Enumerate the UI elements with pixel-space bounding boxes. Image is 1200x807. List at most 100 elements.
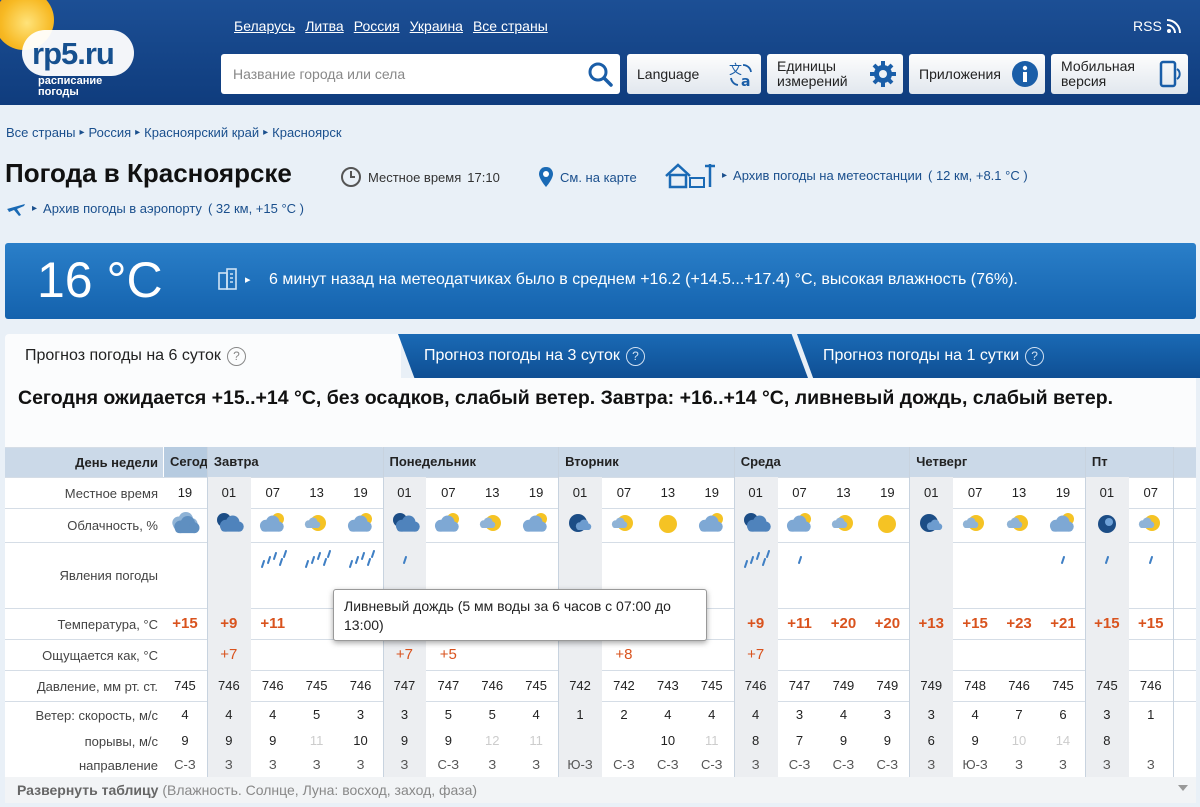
night-clear-cloud-icon[interactable] bbox=[914, 511, 948, 537]
tab-forecast-3-days[interactable]: Прогноз погоды на 3 суток ? bbox=[398, 334, 808, 378]
partly-cloudy-icon[interactable] bbox=[519, 511, 553, 537]
breadcrumb-region[interactable]: Красноярский край bbox=[144, 125, 259, 140]
apps-label: Приложения bbox=[919, 65, 1001, 82]
rain-heavy-icon[interactable] bbox=[344, 545, 378, 575]
temperature-cell: +23 bbox=[1006, 615, 1032, 632]
nav-link-russia[interactable]: Россия bbox=[354, 18, 400, 34]
rain-heavy-icon[interactable] bbox=[256, 545, 290, 575]
expand-table-link[interactable]: Развернуть таблицу bbox=[17, 782, 158, 798]
phenomena-tooltip: Ливневый дождь (5 мм воды за 6 часов с 0… bbox=[333, 589, 707, 641]
city-search-input[interactable] bbox=[221, 54, 620, 94]
night-cloud-icon[interactable] bbox=[212, 511, 246, 537]
local-time: Местное время 17:10 bbox=[340, 166, 500, 188]
temperature-cell: +20 bbox=[830, 615, 857, 632]
expand-table-bar[interactable]: Развернуть таблицу (Влажность. Солнце, Л… bbox=[5, 777, 1196, 803]
forecast-summary-box: Сегодня ожидается +15..+14 °C, без осадк… bbox=[5, 378, 1196, 447]
wind-direction-cell: З bbox=[1146, 757, 1155, 772]
chevron-right-icon: ▸ bbox=[263, 127, 269, 138]
tab-forecast-6-days[interactable]: Прогноз погоды на 6 суток ? bbox=[5, 334, 401, 378]
breadcrumb-russia[interactable]: Россия bbox=[88, 125, 131, 140]
wind-direction-cell: З bbox=[1102, 757, 1111, 772]
wind-gusts-cell: 8 bbox=[1103, 733, 1111, 748]
nav-link-belarus[interactable]: Беларусь bbox=[234, 18, 295, 34]
wind-speed-cell: 1 bbox=[1147, 707, 1155, 722]
partly-cloudy-icon[interactable] bbox=[431, 511, 465, 537]
language-button[interactable]: Language 文 a bbox=[627, 54, 761, 94]
sun-cloud-icon[interactable] bbox=[827, 511, 861, 537]
wind-gusts-cell: 10 bbox=[1011, 733, 1027, 748]
nav-link-ukraine[interactable]: Украина bbox=[410, 18, 463, 34]
units-button[interactable]: Единицы измерений bbox=[767, 54, 903, 94]
sun-icon[interactable] bbox=[870, 511, 904, 537]
night-clear-cloud-icon[interactable] bbox=[563, 511, 597, 537]
wind-direction-cell: З bbox=[312, 757, 321, 772]
chevron-down-icon[interactable] bbox=[1178, 785, 1188, 791]
partly-cloudy-icon[interactable] bbox=[783, 511, 817, 537]
day-header-cell: Вторник bbox=[558, 447, 734, 477]
local-time-cell: 19 bbox=[1055, 485, 1071, 500]
wind-gusts-cell: 9 bbox=[444, 733, 452, 748]
breadcrumb-city[interactable]: Красноярск bbox=[272, 125, 341, 140]
station-archive[interactable]: ▸ Архив погоды на метеостанции ( 12 км, … bbox=[664, 160, 1028, 190]
partly-cloudy-icon[interactable] bbox=[1046, 511, 1080, 537]
apps-button[interactable]: Приложения bbox=[909, 54, 1045, 94]
night-moon-icon[interactable] bbox=[1090, 511, 1124, 537]
sun-cloud-icon[interactable] bbox=[300, 511, 334, 537]
airport-archive[interactable]: ▸ Архив погоды в аэропорту ( 32 км, +15 … bbox=[6, 198, 304, 218]
partly-cloudy-icon[interactable] bbox=[695, 511, 729, 537]
wind-speed-cell: 4 bbox=[664, 707, 672, 722]
nav-link-lithuania[interactable]: Литва bbox=[305, 18, 344, 34]
weather-station-icon bbox=[665, 163, 715, 189]
rain-drop-icon[interactable] bbox=[1046, 545, 1080, 575]
help-icon[interactable]: ? bbox=[1025, 346, 1045, 366]
help-icon[interactable]: ? bbox=[226, 346, 246, 366]
wind-direction-cell: С-З bbox=[876, 757, 899, 772]
local-time-cell: 01 bbox=[572, 485, 588, 500]
rss-link[interactable]: RSS bbox=[1133, 18, 1181, 34]
sun-cloud-icon[interactable] bbox=[1134, 511, 1168, 537]
rain-drop-icon[interactable] bbox=[783, 545, 817, 575]
wind-direction-cell: З bbox=[268, 757, 277, 772]
local-time-cell: 07 bbox=[1143, 485, 1158, 500]
mobile-label: Мобильная версия bbox=[1061, 59, 1135, 89]
sun-cloud-icon[interactable] bbox=[1002, 511, 1036, 537]
rain-drop-icon[interactable] bbox=[1134, 545, 1168, 575]
wind-direction-cell: С-З bbox=[174, 757, 196, 772]
site-logo[interactable]: rp5.ru расписание погоды bbox=[0, 0, 208, 98]
temperature-cell: +15 bbox=[1138, 615, 1164, 632]
nav-link-all-countries[interactable]: Все страны bbox=[473, 18, 548, 34]
rain-heavy-icon[interactable] bbox=[739, 545, 773, 575]
airport-archive-label[interactable]: Архив погоды в аэропорту bbox=[43, 201, 202, 216]
sun-cloud-icon[interactable] bbox=[607, 511, 641, 537]
sun-cloud-icon[interactable] bbox=[958, 511, 992, 537]
map-link[interactable]: См. на карте bbox=[538, 166, 637, 188]
sun-cloud-icon[interactable] bbox=[475, 511, 509, 537]
row-label-direction: направление bbox=[78, 758, 158, 773]
partly-cloudy-icon[interactable] bbox=[256, 511, 290, 537]
search-icon[interactable] bbox=[587, 61, 613, 87]
wind-gusts-cell: 10 bbox=[660, 733, 676, 748]
local-time-cell: 07 bbox=[265, 485, 280, 500]
tab-forecast-1-day[interactable]: Прогноз погоды на 1 сутки ? bbox=[797, 334, 1200, 378]
map-link-label[interactable]: См. на карте bbox=[560, 170, 637, 185]
station-archive-label[interactable]: Архив погоды на метеостанции bbox=[733, 168, 922, 183]
sun-icon[interactable] bbox=[651, 511, 685, 537]
cloud-overcast-icon[interactable] bbox=[168, 511, 202, 537]
partly-cloudy-icon[interactable] bbox=[344, 511, 378, 537]
rain-drop-icon[interactable] bbox=[1090, 545, 1124, 575]
wind-speed-cell: 7 bbox=[1015, 707, 1023, 722]
rain-heavy-icon[interactable] bbox=[300, 545, 334, 575]
temperature-cell: +9 bbox=[747, 615, 765, 632]
night-cloud-icon[interactable] bbox=[388, 511, 422, 537]
night-cloud-icon[interactable] bbox=[739, 511, 773, 537]
day-header-cell: Пт bbox=[1084, 447, 1173, 477]
breadcrumb-all-countries[interactable]: Все страны bbox=[6, 125, 75, 140]
day-separator bbox=[1172, 447, 1174, 777]
local-time-cell: 07 bbox=[967, 485, 983, 500]
station-archive-info[interactable]: ( 12 км, +8.1 °С ) bbox=[928, 168, 1028, 183]
help-icon[interactable]: ? bbox=[625, 346, 645, 366]
rain-drop-icon[interactable] bbox=[388, 545, 422, 575]
mobile-version-button[interactable]: Мобильная версия bbox=[1051, 54, 1188, 94]
airport-archive-info[interactable]: ( 32 км, +15 °С ) bbox=[208, 201, 304, 216]
sensor-building-icon[interactable] bbox=[217, 267, 239, 291]
